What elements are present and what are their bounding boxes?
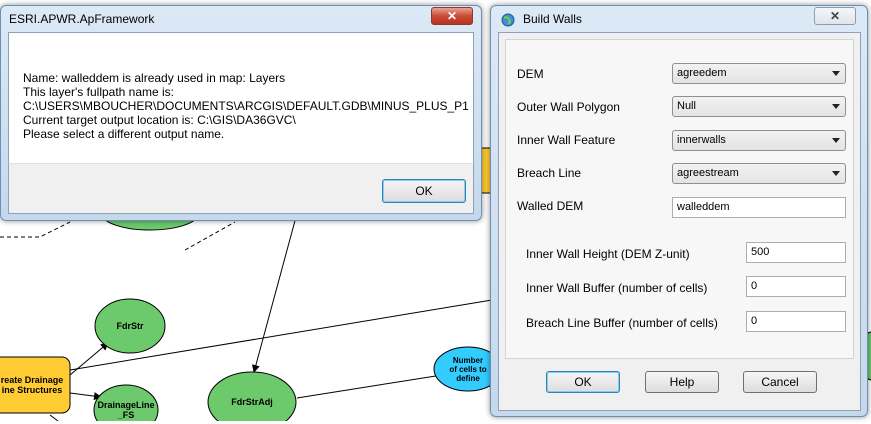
breach-line-buffer-label: Breach Line Buffer (number of cells) <box>526 316 718 330</box>
breach-line-label: Breach Line <box>517 166 582 180</box>
outer-wall-select[interactable]: Null <box>672 96 846 117</box>
breach-line-select[interactable]: agreestream <box>672 163 846 184</box>
dem-select[interactable]: agreedem <box>672 63 846 84</box>
chevron-down-icon <box>832 104 840 109</box>
build-walls-title: Build Walls <box>523 12 582 26</box>
build-walls-body: DEM agreedem Outer Wall Polygon Null Inn… <box>498 32 861 411</box>
ok-button[interactable]: OK <box>546 371 620 393</box>
inner-wall-feature-value: innerwalls <box>677 134 726 146</box>
message-button-bar: OK <box>8 163 474 214</box>
fdrstradj-label: FdrStrAdj <box>231 397 273 407</box>
inner-wall-feature-label: Inner Wall Feature <box>517 133 616 147</box>
fdrstr-label: FdrStr <box>116 321 144 331</box>
message-body: Name: walleddem is already used in map: … <box>8 32 474 163</box>
walled-dem-input[interactable]: walleddem <box>672 197 846 218</box>
message-line: Current target output location is: C:\GI… <box>23 113 296 127</box>
message-dialog: ESRI.APWR.ApFramework ✕ Name: walleddem … <box>0 5 482 221</box>
inner-wall-feature-select[interactable]: innerwalls <box>672 130 846 151</box>
dem-label: DEM <box>517 67 544 81</box>
inner-wall-height-label: Inner Wall Height (DEM Z-unit) <box>526 247 690 261</box>
globe-icon <box>501 13 515 27</box>
inner-wall-height-input[interactable]: 500 <box>746 242 846 263</box>
cancel-button[interactable]: Cancel <box>743 371 817 393</box>
outer-wall-value: Null <box>677 100 696 112</box>
close-icon[interactable]: ✕ <box>814 7 856 25</box>
connector-arrow <box>69 392 102 401</box>
walled-dem-label: Walled DEM <box>517 199 584 213</box>
message-line: Name: walleddem is already used in map: … <box>23 71 286 85</box>
connector-line <box>296 374 443 399</box>
help-button[interactable]: Help <box>645 371 719 393</box>
drainageline-fs-label: DrainageLine _FS <box>97 400 155 420</box>
chevron-down-icon <box>832 171 840 176</box>
number-cells-label: Number of cells to define <box>449 356 487 383</box>
create-drainage-label: reate Drainage ine Structures <box>0 375 64 395</box>
chevron-down-icon <box>832 71 840 76</box>
chevron-down-icon <box>832 138 840 143</box>
dashed-connector <box>184 221 236 251</box>
connector-arrow <box>69 342 109 376</box>
close-icon[interactable]: ✕ <box>431 7 473 25</box>
outer-wall-label: Outer Wall Polygon <box>517 100 620 114</box>
inner-wall-buffer-label: Inner Wall Buffer (number of cells) <box>526 281 708 295</box>
connector-line <box>49 414 59 422</box>
breach-line-buffer-input[interactable]: 0 <box>746 311 846 332</box>
message-line: This layer's fullpath name is: <box>23 85 175 99</box>
inner-wall-buffer-input[interactable]: 0 <box>746 276 846 297</box>
message-line: Please select a different output name. <box>23 127 225 141</box>
build-walls-dialog: Build Walls ✕ DEM agreedem Outer Wall Po… <box>490 5 868 417</box>
connector-arrow <box>251 216 297 373</box>
message-line: C:\USERS\MBOUCHER\DOCUMENTS\ARCGIS\DEFAU… <box>23 99 469 113</box>
breach-line-value: agreestream <box>677 167 739 179</box>
message-dialog-title: ESRI.APWR.ApFramework <box>9 12 155 26</box>
ok-button[interactable]: OK <box>382 179 466 203</box>
dashed-connector <box>0 221 71 238</box>
dem-value: agreedem <box>677 67 727 79</box>
